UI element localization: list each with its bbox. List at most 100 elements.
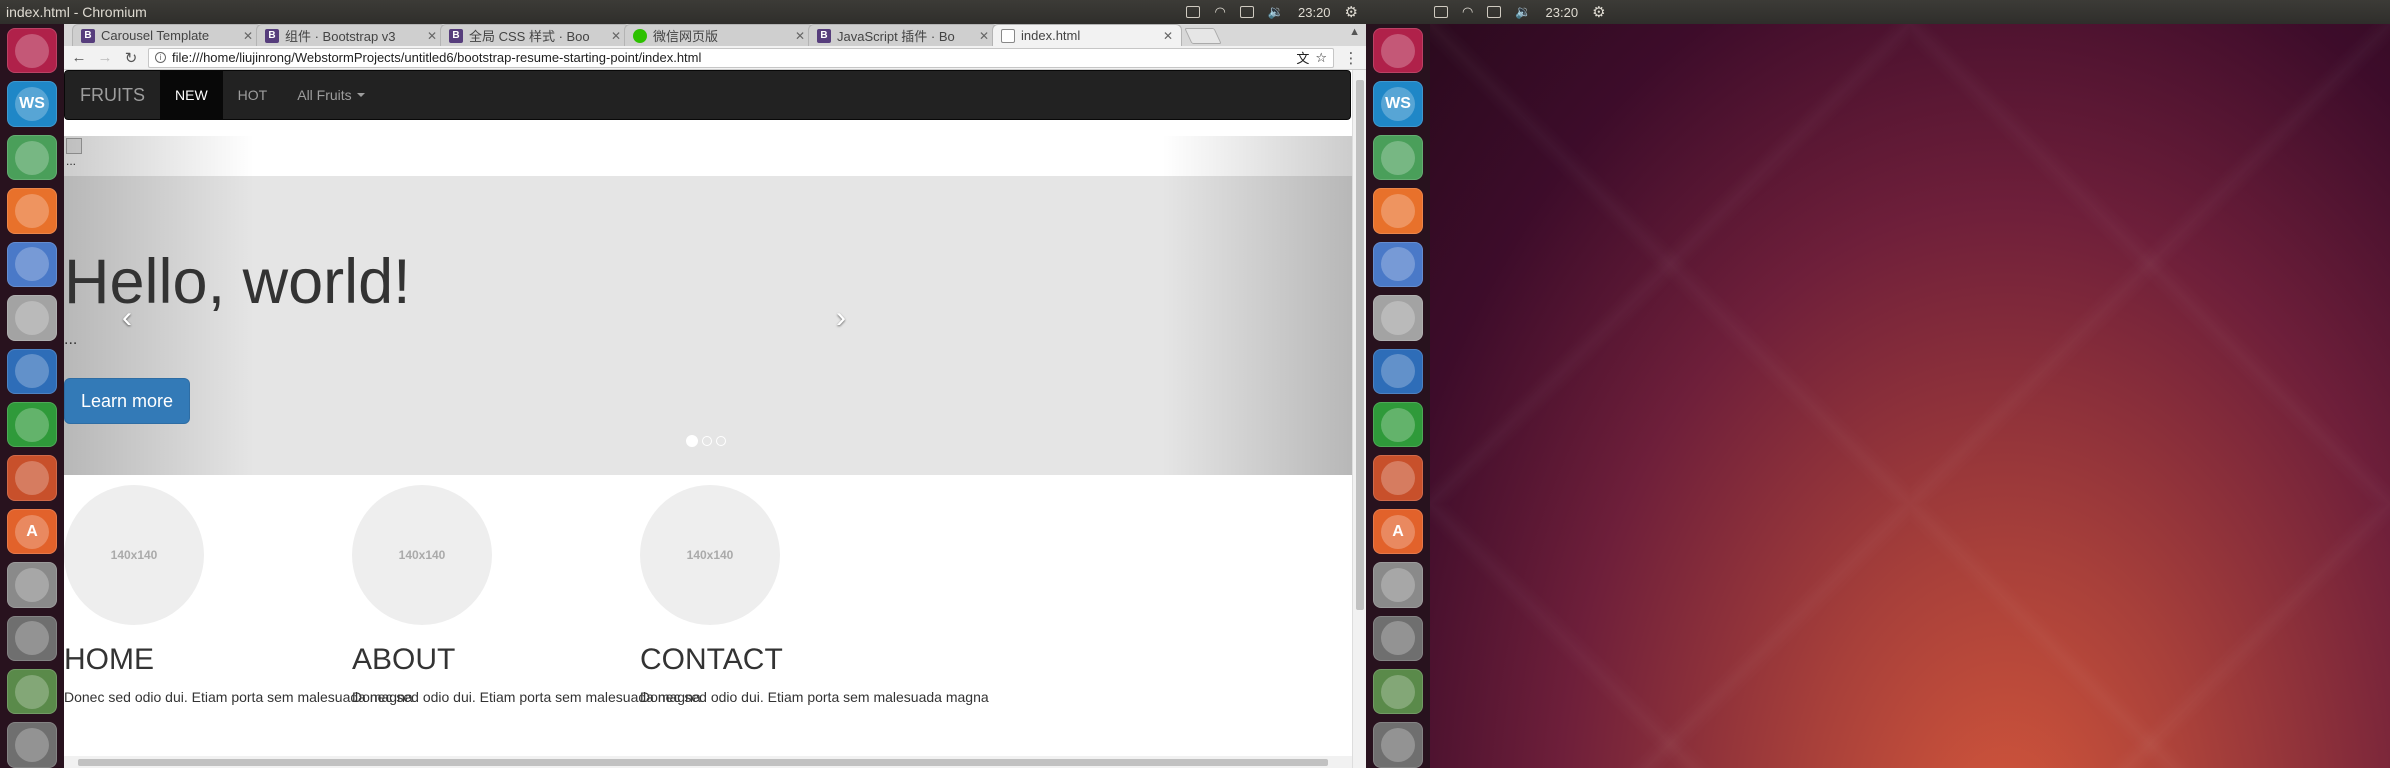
chevron-left-icon[interactable]: ‹ <box>122 301 132 335</box>
battery-icon[interactable] <box>1239 6 1254 18</box>
reload-button[interactable]: ↻ <box>122 49 140 67</box>
launcher-icon-glyph <box>1381 728 1415 763</box>
close-icon[interactable]: ✕ <box>427 29 437 43</box>
back-button[interactable]: ← <box>70 49 88 66</box>
keyboard-icon[interactable] <box>1186 6 1201 18</box>
files-icon[interactable] <box>7 295 57 341</box>
feature-text: Donec sed odio dui. Etiam porta sem male… <box>352 689 701 705</box>
launcher-icon-glyph <box>15 674 49 709</box>
volume-icon[interactable]: 🔉 <box>1268 4 1284 20</box>
launcher-icon-glyph <box>1381 461 1415 496</box>
tab-1[interactable]: B 组件 · Bootstrap v3 ✕ <box>256 24 446 46</box>
learn-more-button[interactable]: Learn more <box>64 378 191 424</box>
placeholder-image: 140x140 <box>64 485 204 625</box>
launcher-icon-glyph <box>15 354 49 389</box>
forward-button[interactable]: → <box>96 49 114 66</box>
feature-text: Donec sed odio dui. Etiam porta sem male… <box>64 689 413 705</box>
navbar-brand[interactable]: FRUITS <box>65 85 160 106</box>
carousel-indicator[interactable] <box>686 435 698 447</box>
menu-icon[interactable]: ⋮ <box>1342 49 1360 67</box>
close-icon[interactable]: ✕ <box>1163 29 1173 43</box>
dropdown-label: All Fruits <box>297 87 352 103</box>
launcher-icon-glyph <box>1381 193 1415 228</box>
carousel-indicator[interactable] <box>702 436 712 446</box>
webstorm-icon[interactable]: WS <box>7 81 57 127</box>
atom-icon[interactable] <box>1373 134 1423 181</box>
calc-icon[interactable] <box>7 401 57 448</box>
chromium-icon[interactable] <box>7 241 57 288</box>
close-icon[interactable]: ✕ <box>243 29 253 43</box>
drive-icon[interactable] <box>7 615 57 662</box>
tab-0[interactable]: B Carousel Template ✕ <box>72 24 262 46</box>
tab-label: index.html <box>1021 28 1081 43</box>
tab-3[interactable]: 微信网页版 ✕ <box>624 24 814 46</box>
close-icon[interactable]: ✕ <box>795 29 805 43</box>
firefox-icon[interactable] <box>1373 188 1423 234</box>
scroll-thumb[interactable] <box>1356 80 1364 610</box>
webstorm-icon[interactable]: WS <box>1373 81 1423 127</box>
impress-icon[interactable] <box>1373 455 1423 501</box>
wifi-icon[interactable]: ◠ <box>1462 4 1473 20</box>
battery-icon[interactable] <box>1487 6 1502 18</box>
clock[interactable]: 23:20 <box>1298 5 1331 20</box>
browser-toolbar: ← → ↻ i file:///home/liujinrong/Webstorm… <box>64 46 1366 70</box>
nav-item-hot[interactable]: HOT <box>223 70 283 120</box>
software-center-icon[interactable]: A <box>7 508 57 555</box>
keyboard-icon[interactable] <box>1434 6 1448 18</box>
writer-icon[interactable] <box>7 348 57 394</box>
drive2-icon[interactable] <box>7 669 57 715</box>
software-center-icon[interactable]: A <box>1373 508 1423 555</box>
close-icon[interactable]: ✕ <box>611 29 621 43</box>
drive2-icon[interactable] <box>1373 669 1423 715</box>
drive3-icon[interactable] <box>7 722 57 768</box>
volume-icon[interactable]: 🔉 <box>1515 4 1531 20</box>
launcher-icon-glyph: A <box>1381 514 1415 549</box>
writer-icon[interactable] <box>1373 348 1423 394</box>
gear-icon[interactable]: ⚙ <box>1345 3 1358 21</box>
info-icon[interactable]: i <box>155 52 166 63</box>
calc-icon[interactable] <box>1373 401 1423 448</box>
firefox-icon[interactable] <box>7 188 57 234</box>
tab-4[interactable]: B JavaScript 插件 · Bo ✕ <box>808 24 998 46</box>
nav-item-new[interactable]: NEW <box>160 70 223 120</box>
launcher-icon-glyph <box>15 621 49 656</box>
chromium-icon[interactable] <box>1373 241 1423 288</box>
star-icon[interactable]: ☆ <box>1315 50 1327 66</box>
files-icon[interactable] <box>1373 295 1423 341</box>
feature-title: CONTACT <box>640 643 783 676</box>
ubuntu-icon[interactable] <box>7 28 57 74</box>
carousel-next-area[interactable] <box>1162 136 1352 475</box>
web-page: FRUITS NEW HOT All Fruits ... Hello, wor… <box>64 70 1352 768</box>
translate-icon[interactable]: 文 <box>1296 48 1309 67</box>
ubuntu-icon[interactable] <box>1373 28 1423 74</box>
impress-icon[interactable] <box>7 455 57 501</box>
site-navbar: FRUITS NEW HOT All Fruits <box>64 70 1351 120</box>
atom-icon[interactable] <box>7 134 57 181</box>
new-tab-button[interactable] <box>1184 28 1222 44</box>
carousel-indicator[interactable] <box>716 436 726 446</box>
address-bar[interactable]: i file:///home/liujinrong/WebstormProjec… <box>148 47 1334 68</box>
drive-icon[interactable] <box>1373 615 1423 662</box>
clock[interactable]: 23:20 <box>1546 5 1579 20</box>
minimize-icon[interactable]: ▲ <box>1349 26 1360 38</box>
horizontal-scrollbar[interactable] <box>64 756 1352 768</box>
gear-icon[interactable]: ⚙ <box>1592 3 1605 21</box>
nav-item-all-fruits[interactable]: All Fruits <box>282 70 379 120</box>
wifi-icon[interactable]: ◠ <box>1214 4 1225 20</box>
favicon-icon: B <box>449 28 463 43</box>
drive3-icon[interactable] <box>1373 722 1423 768</box>
vertical-scrollbar[interactable] <box>1352 70 1366 768</box>
scroll-thumb[interactable] <box>78 759 1328 766</box>
launcher-icon-glyph <box>15 567 49 602</box>
chevron-right-icon[interactable]: › <box>836 301 846 335</box>
feature-contact: 140x140 CONTACT Donec sed odio dui. Etia… <box>640 485 989 705</box>
placeholder-image: 140x140 <box>352 485 492 625</box>
launcher-icon-glyph: A <box>15 514 49 549</box>
url-text[interactable]: file:///home/liujinrong/WebstormProjects… <box>172 50 1290 65</box>
favicon-icon: B <box>817 28 831 43</box>
settings-icon[interactable] <box>1373 562 1423 608</box>
settings-icon[interactable] <box>7 562 57 608</box>
tab-5[interactable]: index.html ✕ <box>992 24 1182 46</box>
close-icon[interactable]: ✕ <box>979 29 989 43</box>
tab-2[interactable]: B 全局 CSS 样式 · Boo ✕ <box>440 24 630 46</box>
